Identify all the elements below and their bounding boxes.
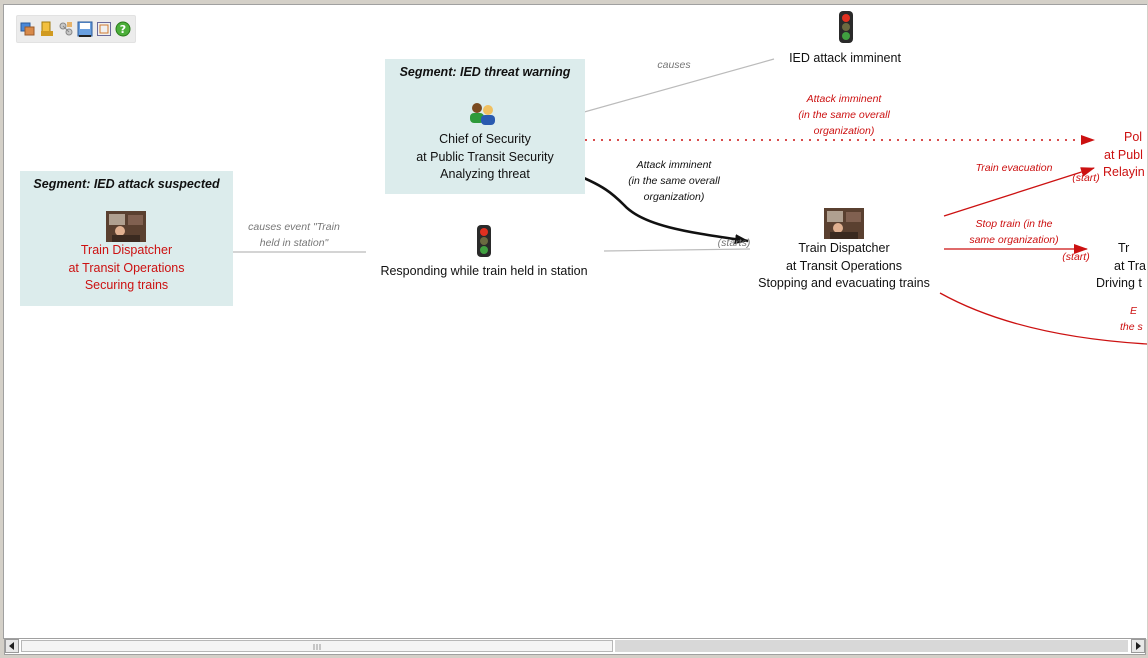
edge-label-line: Attack imminent: [636, 159, 712, 171]
edge-label-line: (in the same overall: [798, 109, 890, 121]
edge-label-partial: the s: [1120, 321, 1143, 333]
edge-label-line: causes event "Train: [248, 221, 340, 233]
help-icon[interactable]: ?: [115, 21, 131, 37]
app-window: ? Segment: IED threat warning Chief of S…: [0, 0, 1148, 658]
diagram-canvas[interactable]: ? Segment: IED threat warning Chief of S…: [3, 4, 1147, 639]
fit-view-icon[interactable]: [96, 21, 112, 37]
segment-ied-attack-suspected[interactable]: Segment: IED attack suspected Train Disp…: [20, 171, 233, 306]
segment-title: Segment: IED attack suspected: [33, 177, 220, 191]
node-police-partial[interactable]: Pol at Publ Relayin: [1102, 129, 1147, 182]
edge-label-start: (start): [1072, 172, 1100, 184]
segment-ied-threat-warning[interactable]: Segment: IED threat warning Chief of Sec…: [385, 59, 585, 194]
role-text[interactable]: Chief of Security at Public Transit Secu…: [385, 131, 585, 184]
people-icon: [470, 103, 495, 125]
edge-label-attack-imminent-black: Attack imminent (in the same overall org…: [609, 157, 739, 205]
grip-icon: [313, 644, 321, 650]
role-text[interactable]: Train Dispatcher at Transit Operations S…: [20, 242, 233, 295]
horizontal-scrollbar[interactable]: [4, 638, 1146, 655]
scroll-left-button[interactable]: [5, 639, 19, 653]
dispatcher-photo-icon: [824, 208, 864, 239]
hand-icon[interactable]: [39, 21, 55, 37]
scrollbar-thumb[interactable]: [21, 640, 613, 652]
edge-label-starts: (starts): [717, 237, 751, 249]
role-activity: Relayin: [1103, 165, 1145, 179]
edge-label-causes-event: causes event "Train held in station": [224, 219, 364, 251]
save-icon[interactable]: [77, 21, 93, 37]
diagram-toolbar: ?: [16, 15, 136, 43]
node-dispatcher-stopping[interactable]: Train Dispatcher at Transit Operations S…: [744, 240, 944, 293]
arrow-right-icon: [1136, 642, 1141, 650]
edge-label-train-evacuation: Train evacuation: [975, 162, 1053, 174]
role-name: Tr: [1118, 241, 1130, 255]
network-icon[interactable]: [58, 21, 74, 37]
traffic-light-icon: [839, 11, 853, 43]
edge-label-line: organization): [813, 125, 875, 137]
windows-icon[interactable]: [20, 21, 36, 37]
role-activity: Analyzing threat: [440, 167, 530, 181]
edge-label-line: same organization): [969, 234, 1059, 246]
role-organization: at Tra: [1114, 258, 1146, 273]
edge-label-causes: causes: [657, 59, 691, 71]
edge-label-stop-train: Stop train (in the same organization): [954, 216, 1074, 248]
scroll-right-button[interactable]: [1131, 639, 1145, 653]
role-activity: Stopping and evacuating trains: [758, 276, 930, 290]
role-name: Pol: [1124, 130, 1143, 144]
role-name: Train Dispatcher: [798, 241, 890, 255]
role-organization: at Transit Operations: [68, 260, 185, 275]
role-organization: at Public Transit Security: [416, 149, 554, 164]
edge-label-attack-imminent-red: Attack imminent (in the same overall org…: [779, 91, 909, 139]
segment-title: Segment: IED threat warning: [399, 65, 571, 79]
dispatcher-photo-icon: [106, 211, 146, 242]
node-driver-partial[interactable]: Tr at Tra Driving t: [1096, 240, 1147, 293]
arrow-left-icon: [9, 642, 14, 650]
role-activity: Driving t: [1096, 276, 1142, 290]
scrollbar-track[interactable]: [615, 640, 1128, 652]
role-name: Train Dispatcher: [80, 243, 173, 257]
role-organization: at Transit Operations: [785, 258, 903, 273]
edge-label-line: Stop train (in the: [975, 218, 1053, 230]
edge-label-line: organization): [643, 191, 705, 203]
edge-label-start: (start): [1062, 251, 1090, 263]
traffic-light-icon: [477, 225, 491, 257]
edge-partial-curve[interactable]: [939, 292, 1147, 345]
role-name: Chief of Security: [439, 132, 531, 146]
edge-label-partial: E: [1130, 305, 1138, 317]
role-activity: Securing trains: [84, 278, 169, 292]
edge-label-line: (in the same overall: [628, 175, 720, 187]
role-organization: at Publ: [1104, 147, 1143, 162]
edge-label-line: Attack imminent: [806, 93, 882, 105]
event-ied-attack-imminent[interactable]: IED attack imminent: [765, 50, 925, 68]
edge-label-line: held in station": [259, 237, 329, 249]
svg-text:?: ?: [120, 23, 126, 36]
event-responding-train-held[interactable]: Responding while train held in station: [364, 263, 604, 281]
